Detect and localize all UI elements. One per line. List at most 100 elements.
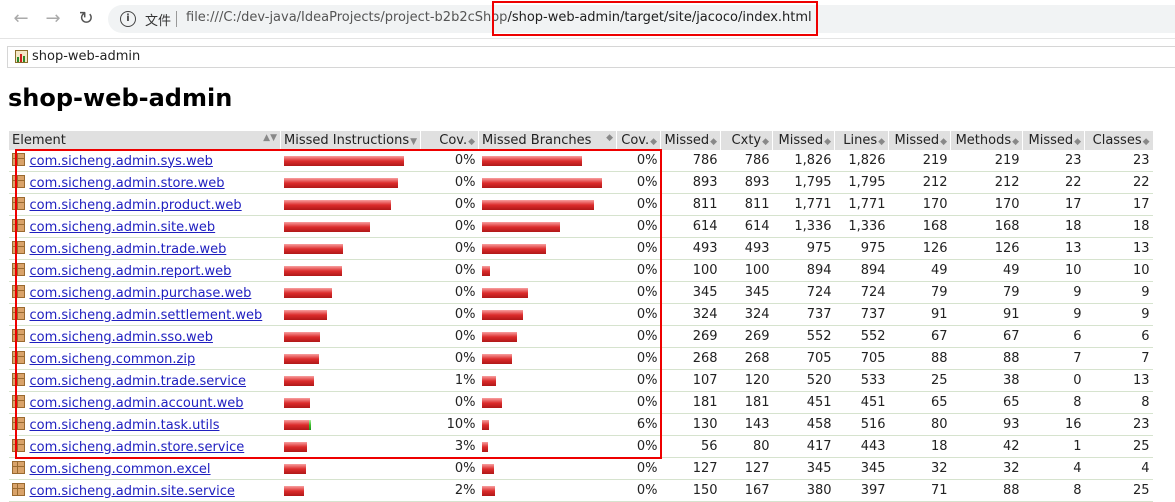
header-cxty[interactable]: Cxty◆ [720,131,773,150]
package-icon [11,350,25,364]
package-link[interactable]: com.sicheng.admin.sys.web [30,154,213,169]
page-title: shop-web-admin [8,84,233,112]
branches-missed-bar [481,375,496,386]
element-cell: com.sicheng.admin.account.web [8,391,281,414]
element-cell: com.sicheng.admin.trade.web [8,237,281,260]
missed-classes: 18 [1022,215,1085,238]
header-missed-cxty[interactable]: Missed◆ [660,131,721,150]
header-cov-instructions[interactable]: Cov.◆ [420,131,479,150]
branches-cov: 0% [616,259,661,282]
package-icon [11,262,25,276]
instructions-missed-bar [283,375,314,386]
classes: 25 [1084,435,1153,458]
package-link[interactable]: com.sicheng.admin.purchase.web [30,286,252,301]
header-methods[interactable]: Methods◆ [950,131,1023,150]
coverage-table: Element ▲▼ Missed Instructions▼ Cov.◆ Mis… [8,131,1153,502]
url-highlight-box [492,1,818,36]
missed-lines: 1,795 [772,171,835,194]
classes: 4 [1084,457,1153,480]
branches-cov: 0% [616,347,661,370]
package-icon [11,174,25,188]
header-missed-lines[interactable]: Missed◆ [772,131,835,150]
package-link[interactable]: com.sicheng.admin.site.service [30,484,235,499]
arrow-left-icon[interactable]: ← [9,7,33,31]
branches-missed-bar [481,463,494,474]
instructions-cov: 0% [420,391,479,414]
methods: 65 [950,391,1023,414]
lines: 705 [834,347,889,370]
lines: 737 [834,303,889,326]
header-missed-instructions[interactable]: Missed Instructions▼ [279,131,421,150]
cxty: 786 [720,150,773,172]
cxty: 80 [720,435,773,458]
package-link[interactable]: com.sicheng.admin.account.web [30,396,244,411]
branches-missed-bar [481,353,512,364]
lines: 1,336 [834,215,889,238]
instructions-cov: 0% [420,150,479,172]
missed-cxty: 100 [660,259,721,282]
classes: 10 [1084,259,1153,282]
missed-methods: 67 [888,325,951,348]
branches-cov: 0% [616,150,661,172]
lines: 975 [834,237,889,260]
instructions-missed-bar [283,397,310,408]
element-cell: com.sicheng.admin.product.web [8,193,281,216]
header-element[interactable]: Element ▲▼ [8,131,281,150]
missed-cxty: 493 [660,237,721,260]
classes: 23 [1084,150,1153,172]
missed-lines: 1,771 [772,193,835,216]
instructions-missed-bar [283,309,327,320]
instructions-bar-cell [280,325,421,348]
header-missed-branches[interactable]: Missed Branches ◆ [478,131,617,150]
package-link[interactable]: com.sicheng.admin.report.web [30,264,232,279]
methods: 93 [950,413,1023,436]
branches-missed-bar [481,221,560,232]
branches-cov: 0% [616,435,661,458]
table-row: com.sicheng.admin.site.web 0% 0% 614 614 1,33… [8,215,1153,238]
branches-cov: 0% [616,237,661,260]
reload-icon[interactable]: ↻ [74,7,98,31]
package-link[interactable]: com.sicheng.admin.settlement.web [30,308,263,323]
methods: 42 [950,435,1023,458]
package-link[interactable]: com.sicheng.admin.product.web [30,198,242,213]
methods: 170 [950,193,1023,216]
instructions-missed-bar [283,331,320,342]
missed-cxty: 181 [660,391,721,414]
branches-bar-cell [478,457,617,480]
package-link[interactable]: com.sicheng.admin.trade.web [30,242,227,257]
missed-classes: 16 [1022,413,1085,436]
package-icon [11,306,25,320]
missed-classes: 23 [1022,150,1085,172]
methods: 67 [950,325,1023,348]
missed-classes: 8 [1022,391,1085,414]
package-link[interactable]: com.sicheng.admin.trade.service [30,374,247,389]
arrow-right-icon[interactable]: → [41,7,65,31]
instructions-missed-bar [283,177,398,188]
package-link[interactable]: com.sicheng.common.excel [30,462,211,477]
header-missed-methods[interactable]: Missed◆ [888,131,951,150]
header-missed-classes[interactable]: Missed◆ [1022,131,1085,150]
branches-cov: 0% [616,391,661,414]
instructions-cov: 0% [420,193,479,216]
missed-classes: 8 [1022,479,1085,502]
package-link[interactable]: com.sicheng.admin.store.service [30,440,245,455]
package-link[interactable]: com.sicheng.admin.sso.web [30,330,213,345]
lines: 443 [834,435,889,458]
header-cov-branches[interactable]: Cov.◆ [616,131,661,150]
lines: 724 [834,281,889,304]
instructions-missed-bar [283,353,319,364]
branches-cov: 0% [616,479,661,502]
package-link[interactable]: com.sicheng.admin.site.web [30,220,216,235]
missed-lines: 380 [772,479,835,502]
methods: 88 [950,479,1023,502]
package-link[interactable]: com.sicheng.admin.task.utils [30,418,220,433]
header-lines[interactable]: Lines◆ [834,131,889,150]
info-icon[interactable]: i [120,11,136,27]
package-link[interactable]: com.sicheng.common.zip [30,352,196,367]
header-classes[interactable]: Classes◆ [1084,131,1153,150]
package-icon [11,240,25,254]
package-link[interactable]: com.sicheng.admin.store.web [30,176,225,191]
breadcrumb-label[interactable]: shop-web-admin [32,49,140,64]
instructions-bar-cell [280,150,421,172]
separator [176,11,177,27]
